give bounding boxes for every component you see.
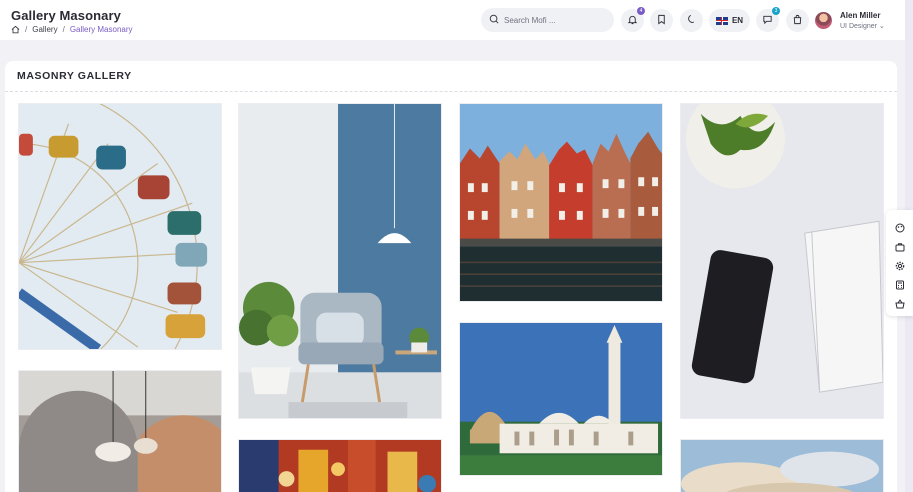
gallery-image-ferris-wheel[interactable]: [18, 103, 222, 350]
user-role-text: UI Designer: [840, 23, 877, 30]
messages-badge: 3: [772, 7, 780, 15]
dark-mode-button[interactable]: [680, 9, 703, 32]
search-input[interactable]: [504, 15, 604, 25]
side-toolbar: [886, 210, 913, 316]
notification-button[interactable]: 4: [621, 7, 645, 32]
chat-icon: [762, 12, 773, 30]
breadcrumb-item-current: Gallery Masonary: [69, 25, 133, 34]
uk-flag-icon: [715, 16, 728, 25]
gallery-image-phone-notebook[interactable]: [680, 103, 884, 419]
search-icon: [489, 11, 499, 29]
user-name: Alen Miller: [840, 11, 881, 20]
card-header: MASONRY GALLERY: [5, 61, 897, 92]
search-box[interactable]: [481, 8, 614, 32]
briefcase-icon[interactable]: [895, 239, 905, 252]
top-header: Gallery Masonary / Gallery / Gallery Mas…: [0, 0, 905, 40]
user-profile[interactable]: Alen Miller UI Designer ⌄: [815, 11, 885, 30]
gallery-image-clouds-sky[interactable]: [680, 439, 884, 492]
bell-icon: [627, 12, 638, 30]
user-info: Alen Miller UI Designer ⌄: [840, 11, 885, 30]
breadcrumb: / Gallery / Gallery Masonary: [11, 25, 133, 34]
breadcrumb-item-gallery[interactable]: Gallery: [32, 25, 57, 34]
page-title: Gallery Masonary: [11, 8, 121, 23]
avatar: [815, 12, 832, 29]
bag-icon: [792, 12, 803, 30]
cart-button[interactable]: [786, 9, 809, 32]
gallery-image-canal-houses[interactable]: [459, 103, 663, 302]
gallery-image-mosque[interactable]: [459, 322, 663, 476]
language-label: EN: [731, 16, 744, 25]
user-role: UI Designer ⌄: [840, 22, 885, 30]
gallery-image-colorful-bokeh[interactable]: [238, 439, 442, 492]
calculator-icon[interactable]: [895, 277, 905, 290]
language-selector[interactable]: EN: [709, 9, 750, 32]
notification-badge: 4: [637, 7, 645, 15]
masonry-gallery-card: MASONRY GALLERY: [5, 61, 897, 492]
moon-icon: [686, 12, 697, 30]
title-block: Gallery Masonary / Gallery / Gallery Mas…: [11, 8, 133, 34]
messages-button[interactable]: 3: [756, 7, 780, 32]
gear-icon[interactable]: [895, 258, 905, 271]
card-title: MASONRY GALLERY: [17, 70, 132, 82]
breadcrumb-separator: /: [62, 25, 65, 34]
bookmark-icon: [656, 12, 667, 30]
gallery-image-lamps-wall[interactable]: [18, 370, 222, 492]
palette-icon[interactable]: [895, 220, 905, 233]
gallery-image-armchair-room[interactable]: [238, 103, 442, 419]
chevron-down-icon: ⌄: [876, 23, 885, 30]
breadcrumb-separator: /: [25, 25, 28, 34]
bookmark-button[interactable]: [650, 9, 673, 32]
basket-icon[interactable]: [894, 296, 905, 309]
home-icon[interactable]: [11, 25, 20, 34]
